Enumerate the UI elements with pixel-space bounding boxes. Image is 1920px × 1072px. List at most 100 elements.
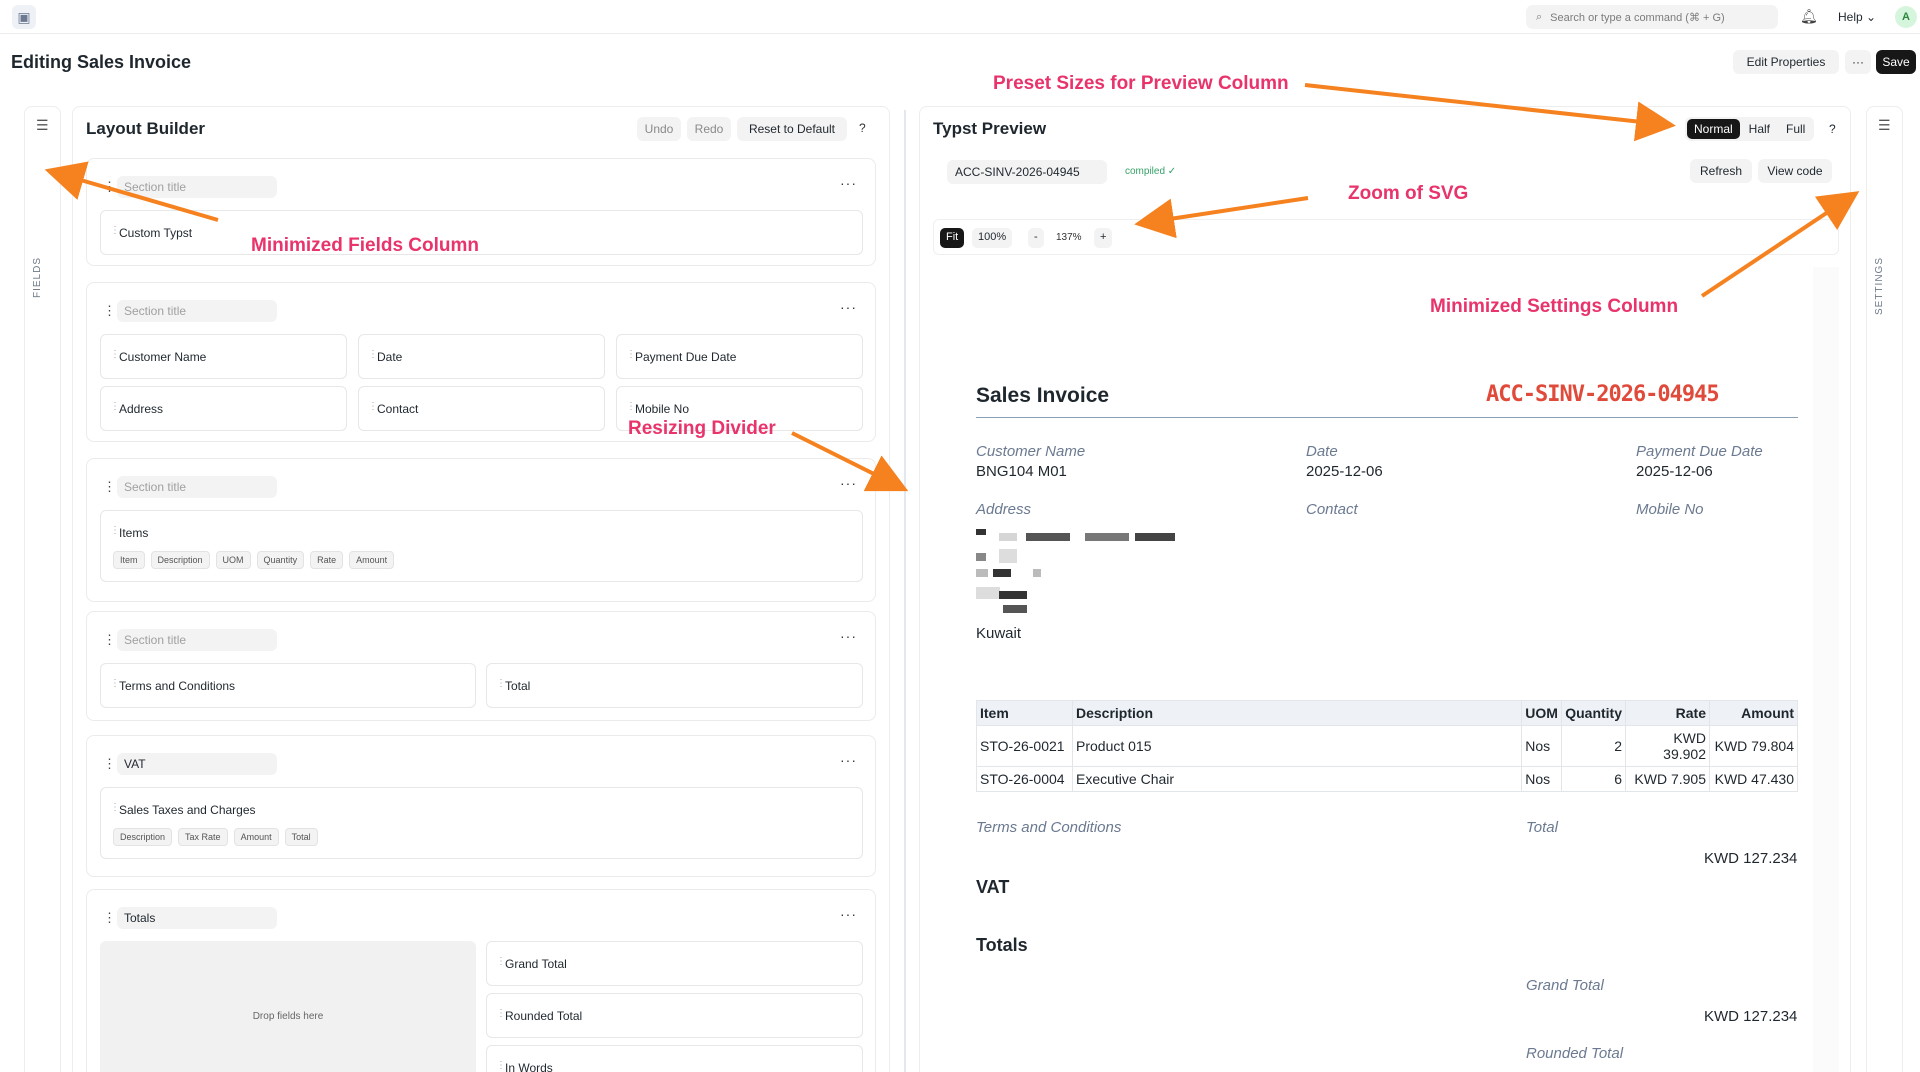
layout-section[interactable]: ⋮ Section title ··· Custom Typst [86,158,876,266]
column-chip[interactable]: Quantity [256,551,305,569]
undo-button[interactable]: Undo [637,117,681,141]
section-menu-icon[interactable]: ··· [840,628,857,644]
typst-preview-title: Typst Preview [933,119,1047,138]
layout-section[interactable]: ⋮ Totals ··· Drop fields here Grand Tota… [86,889,876,1072]
settings-column-label[interactable]: SETTINGS [1874,257,1885,315]
section-title-input[interactable]: Section title [117,629,277,651]
preview-help-button[interactable]: ? [1829,122,1836,136]
app-logo-icon[interactable]: ▣ [12,5,36,29]
column-chip[interactable]: Total [284,828,318,846]
table-header-row: Item Description UOM Quantity Rate Amoun… [976,700,1798,726]
section-menu-icon[interactable]: ··· [840,752,857,768]
section-title-input[interactable]: Totals [117,907,277,929]
section-menu-icon[interactable]: ··· [840,475,857,491]
section-menu-icon[interactable]: ··· [840,906,857,922]
zoom-fit-button[interactable]: Fit [940,228,965,248]
settings-column-collapsed[interactable]: ☰ SETTINGS [1866,106,1903,1072]
field-rounded-total[interactable]: Rounded Total [486,993,863,1038]
layout-builder-panel: Layout Builder Undo Redo Reset to Defaul… [72,106,890,1072]
fields-column-label[interactable]: FIELDS [32,257,43,298]
column-chip[interactable]: Description [150,551,210,569]
reset-to-default-button[interactable]: Reset to Default [737,117,847,141]
field-in-words[interactable]: In Words [486,1045,863,1072]
drag-handle-icon[interactable]: ⋮ [103,756,116,772]
section-menu-icon[interactable]: ··· [840,299,857,315]
edit-properties-button[interactable]: Edit Properties [1733,50,1839,74]
view-code-button[interactable]: View code [1758,159,1832,183]
col-header: Quantity [1561,700,1626,726]
save-button[interactable]: Save [1876,50,1916,74]
cell: STO-26-0004 [976,766,1073,792]
column-chip[interactable]: Tax Rate [178,828,228,846]
drag-handle-icon[interactable]: ⋮ [103,910,116,926]
help-dropdown[interactable]: Help ⌄ [1838,10,1876,24]
drag-handle-icon[interactable]: ⋮ [103,303,116,319]
size-full-button[interactable]: Full [1779,119,1812,139]
items-table: Item Description UOM Quantity Rate Amoun… [976,700,1798,792]
column-chip[interactable]: Amount [233,828,279,846]
field-contact[interactable]: Contact [358,386,605,431]
column-chip[interactable]: Amount [349,551,395,569]
field-grand-total[interactable]: Grand Total [486,941,863,986]
size-normal-button[interactable]: Normal [1687,119,1740,139]
drop-fields-zone[interactable]: Drop fields here [100,941,476,1072]
preview-size-presets: Normal Half Full [1685,117,1815,141]
layout-section[interactable]: ⋮ VAT ··· Sales Taxes and Charges Descri… [86,735,876,877]
field-items-table[interactable]: Items Item Description UOM Quantity Rate Amou… [100,510,863,582]
field-address[interactable]: Address [100,386,347,431]
drag-handle-icon[interactable]: ⋮ [103,632,116,648]
page-title: Editing Sales Invoice [11,52,192,72]
field-sales-taxes-table[interactable]: Sales Taxes and Charges Description Tax R… [100,787,863,859]
redo-button[interactable]: Redo [687,117,731,141]
cell: Nos [1521,725,1563,767]
resizing-divider[interactable] [904,110,906,1072]
zoom-level-readout: 137% [1056,232,1082,243]
col-header: UOM [1521,700,1563,726]
section-title-input[interactable]: Section title [117,476,277,498]
column-chip[interactable]: Description [113,828,173,846]
zoom-in-button[interactable]: + [1094,228,1113,248]
annotation-fields-column: Minimized Fields Column [251,235,480,256]
hamburger-menu-icon[interactable]: ☰ [36,117,49,134]
field-sales-taxes-label: Sales Taxes and Charges [119,803,256,817]
col-header: Rate [1625,700,1710,726]
field-terms-and-conditions[interactable]: Terms and Conditions [100,663,476,708]
section-title-input[interactable]: Section title [117,300,277,322]
section-menu-icon[interactable]: ··· [840,175,857,191]
drag-handle-icon[interactable]: ⋮ [103,479,116,495]
column-chip[interactable]: UOM [215,551,251,569]
column-chip[interactable]: Rate [310,551,344,569]
notification-bell-icon[interactable]: 🔔︎ [1800,8,1818,25]
avatar[interactable]: A [1895,6,1917,28]
drag-handle-icon[interactable]: ⋮ [103,179,116,195]
document-preview: Sales Invoice ACC-SINV-2026-04945 Custom… [933,267,1839,1072]
cell: Product 015 [1071,725,1523,767]
grand-total-label: Grand Total [1526,977,1604,994]
terms-label: Terms and Conditions [976,819,1122,836]
cell: KWD 47.430 [1709,766,1798,792]
layout-help-button[interactable]: ? [859,121,866,135]
col-header: Description [1071,700,1523,726]
search-input[interactable]: ⌕ Search or type a command (⌘ + G) [1526,5,1778,29]
zoom-out-button[interactable]: - [1028,228,1044,248]
field-customer-name[interactable]: Customer Name [100,334,347,379]
hamburger-menu-icon[interactable]: ☰ [1878,117,1891,134]
refresh-button[interactable]: Refresh [1690,159,1752,183]
size-half-button[interactable]: Half [1742,119,1777,139]
field-payment-due-date[interactable]: Payment Due Date [616,334,863,379]
field-date[interactable]: Date [358,334,605,379]
date-value: 2025-12-06 [1306,463,1383,480]
fields-column-collapsed[interactable]: ☰ FIELDS [24,106,61,1072]
zoom-100-button[interactable]: 100% [972,228,1013,248]
section-title-input[interactable]: VAT [117,753,277,775]
top-navbar: ▣ ⌕ Search or type a command (⌘ + G) 🔔︎ … [0,0,1920,34]
document-selector[interactable]: ACC-SINV-2026-04945 [947,160,1107,184]
field-custom-typst[interactable]: Custom Typst [100,210,863,255]
layout-section[interactable]: ⋮ Section title ··· Terms and Conditions… [86,611,876,721]
column-chip[interactable]: Item [113,551,145,569]
section-title-input[interactable]: Section title [117,176,277,198]
layout-section[interactable]: ⋮ Section title ··· Items Item Descriptio… [86,458,876,602]
more-options-button[interactable]: ··· [1845,50,1871,74]
customer-name-value: BNG104 M01 [976,463,1067,480]
field-total[interactable]: Total [486,663,863,708]
